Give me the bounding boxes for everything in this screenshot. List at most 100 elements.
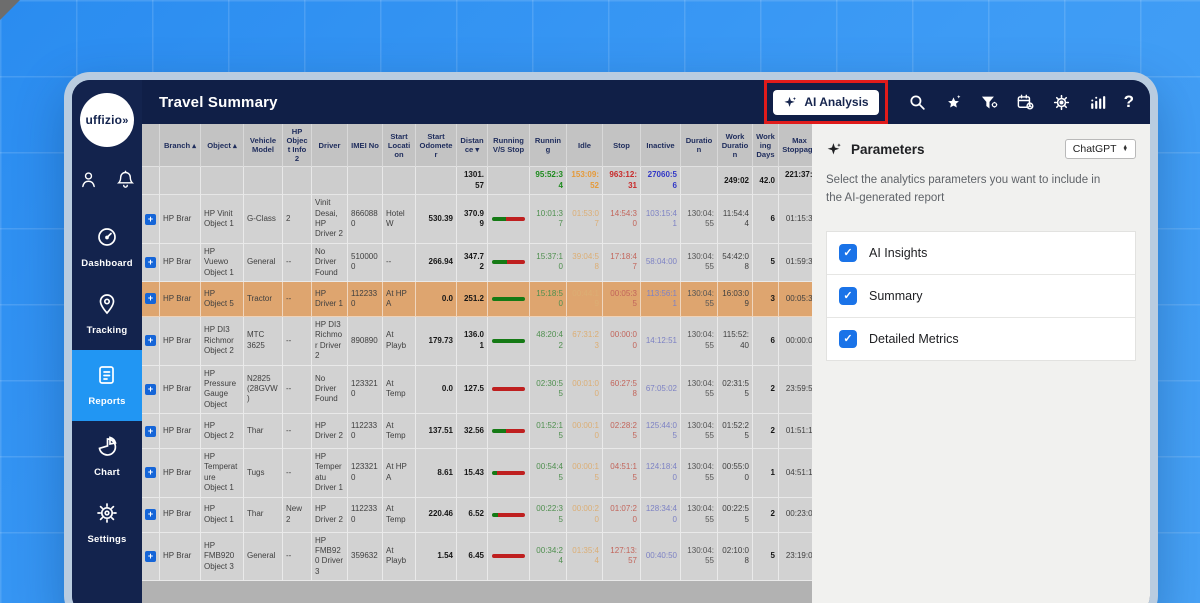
column-header[interactable]: Branch ▴ bbox=[160, 124, 201, 167]
table-row[interactable]: +HP BrarHP Vuewo Object 1General--No Dri… bbox=[142, 244, 812, 282]
table-cell: 00:44:19 bbox=[567, 282, 603, 317]
column-header[interactable]: Distance ▾ bbox=[457, 124, 488, 167]
settings-gear-icon[interactable] bbox=[1052, 93, 1071, 112]
table-cell: 15.43 bbox=[457, 449, 488, 498]
table-row[interactable]: +HP BrarHP FMB920 Object 3General--HP FM… bbox=[142, 533, 812, 582]
user-icon[interactable] bbox=[78, 169, 99, 190]
table-cell: 103:15:41 bbox=[641, 195, 681, 244]
expand-row-button[interactable]: + bbox=[145, 214, 156, 225]
table-cell bbox=[488, 195, 530, 244]
stats-columns-icon[interactable] bbox=[1088, 93, 1107, 112]
summary-cell: 221:37:44 bbox=[779, 167, 812, 195]
dashboard-icon bbox=[95, 225, 119, 254]
checkbox-checked[interactable]: ✓ bbox=[839, 287, 857, 305]
column-header[interactable]: Inactive bbox=[641, 124, 681, 167]
help-icon[interactable]: ? bbox=[1124, 92, 1134, 112]
table-row[interactable]: +HP BrarHP Object 5Tractor--HP Driver 11… bbox=[142, 282, 812, 317]
column-header[interactable]: Running V/S Stop bbox=[488, 124, 530, 167]
table-cell bbox=[488, 414, 530, 449]
parameter-option[interactable]: ✓ AI Insights bbox=[827, 232, 1135, 275]
column-header[interactable]: Running bbox=[530, 124, 567, 167]
column-header[interactable]: Start Odometer bbox=[416, 124, 457, 167]
table-cell: General bbox=[244, 244, 283, 282]
table-cell: N2825 (28GVW) bbox=[244, 366, 283, 415]
table-cell: 124:18:40 bbox=[641, 449, 681, 498]
column-header[interactable]: HP Object Info 2 bbox=[283, 124, 312, 167]
running-vs-stop-bar bbox=[492, 429, 524, 433]
column-header[interactable]: Duration bbox=[681, 124, 718, 167]
table-cell: 00:34:24 bbox=[530, 533, 567, 582]
table-cell: Tractor bbox=[244, 282, 283, 317]
parameter-option[interactable]: ✓ Summary bbox=[827, 275, 1135, 318]
table-cell: HP Brar bbox=[160, 533, 201, 582]
ai-analysis-button[interactable]: AI Analysis bbox=[773, 90, 878, 115]
notifications-bell-icon[interactable] bbox=[115, 169, 136, 190]
table-row[interactable]: +HP BrarHP DI3 Richmor Object 2MTC 3625-… bbox=[142, 317, 812, 366]
table-cell: 10:01:37 bbox=[530, 195, 567, 244]
model-select[interactable]: ChatGPT ▲▼ bbox=[1065, 139, 1136, 159]
expand-row-button[interactable]: + bbox=[145, 335, 156, 346]
table-cell: HP Pressure Gauge Object bbox=[201, 366, 244, 415]
column-header[interactable]: Stop bbox=[603, 124, 641, 167]
sidebar-item-reports[interactable]: Reports bbox=[72, 350, 142, 421]
sidebar-nav: DashboardTrackingReportsChartSettings bbox=[72, 212, 142, 555]
table-cell: 137.51 bbox=[416, 414, 457, 449]
parameter-option[interactable]: ✓Detailed Metrics bbox=[827, 318, 1135, 360]
table-cell: -- bbox=[283, 414, 312, 449]
checkbox-checked[interactable]: ✓ bbox=[839, 330, 857, 348]
expand-row-button[interactable]: + bbox=[145, 257, 156, 268]
table-cell: + bbox=[142, 366, 160, 415]
table-cell: 370.99 bbox=[457, 195, 488, 244]
column-header[interactable]: Idle bbox=[567, 124, 603, 167]
column-header[interactable]: Start Location bbox=[383, 124, 416, 167]
table-row[interactable]: +HP BrarHP Object 2Thar--HP Driver 21122… bbox=[142, 414, 812, 449]
filter-icon[interactable] bbox=[980, 93, 999, 112]
expand-row-button[interactable]: + bbox=[145, 384, 156, 395]
sidebar-item-settings[interactable]: Settings bbox=[72, 492, 142, 555]
column-header[interactable]: Vehicle Model bbox=[244, 124, 283, 167]
sidebar-item-dashboard[interactable]: Dashboard bbox=[72, 216, 142, 279]
column-header[interactable]: Work Duration bbox=[718, 124, 753, 167]
expand-row-button[interactable]: + bbox=[145, 551, 156, 562]
sidebar-item-tracking[interactable]: Tracking bbox=[72, 283, 142, 346]
sidebar-item-chart[interactable]: Chart bbox=[72, 425, 142, 488]
favorites-star-icon[interactable] bbox=[944, 93, 963, 112]
checkmark-icon: ✓ bbox=[843, 289, 852, 302]
column-header[interactable]: IMEI No bbox=[348, 124, 383, 167]
option-label: Summary bbox=[869, 289, 922, 303]
column-header bbox=[142, 124, 160, 167]
table-cell: 128:34:40 bbox=[641, 498, 681, 533]
expand-row-button[interactable]: + bbox=[145, 509, 156, 520]
checkbox-checked[interactable]: ✓ bbox=[839, 244, 857, 262]
expand-row-button[interactable]: + bbox=[145, 426, 156, 437]
expand-row-button[interactable]: + bbox=[145, 293, 156, 304]
table-cell: At Playb bbox=[383, 533, 416, 582]
expand-row-button[interactable]: + bbox=[145, 467, 156, 478]
page-background: uffizio» DashboardTrackingReportsChartSe… bbox=[0, 0, 1200, 603]
running-vs-stop-bar bbox=[492, 297, 524, 301]
table-cell: 5 bbox=[753, 244, 779, 282]
checkmark-icon: ✓ bbox=[843, 246, 852, 259]
column-header[interactable]: Working Days bbox=[753, 124, 779, 167]
corner-artifact bbox=[0, 0, 20, 20]
table-cell: 1122330 bbox=[348, 498, 383, 533]
table-cell: 8.61 bbox=[416, 449, 457, 498]
column-header[interactable]: Driver bbox=[312, 124, 348, 167]
table-row[interactable]: +HP BrarHP Pressure Gauge ObjectN2825 (2… bbox=[142, 366, 812, 415]
column-header[interactable]: Object ▴ bbox=[201, 124, 244, 167]
schedule-calendar-icon[interactable] bbox=[1016, 93, 1035, 112]
table-cell: 130:04:55 bbox=[681, 244, 718, 282]
table-row[interactable]: +HP BrarHP Temperature Object 1Tugs--HP … bbox=[142, 449, 812, 498]
table-cell: 130:04:55 bbox=[681, 414, 718, 449]
table-cell: 130:04:55 bbox=[681, 195, 718, 244]
table-cell: 251.2 bbox=[457, 282, 488, 317]
table-row[interactable]: +HP BrarHP Object 1TharNew 2HP Driver 21… bbox=[142, 498, 812, 533]
brand-logo[interactable]: uffizio» bbox=[80, 93, 134, 147]
settings-icon bbox=[95, 501, 119, 530]
column-header[interactable]: Max Stoppage bbox=[779, 124, 812, 167]
table-row[interactable]: +HP BrarHP Vinit Object 1G-Class2Vinit D… bbox=[142, 195, 812, 244]
option-label: AI Insights bbox=[869, 246, 927, 260]
table-cell: 02:28:25 bbox=[603, 414, 641, 449]
search-icon[interactable] bbox=[908, 93, 927, 112]
table-cell: HP Brar bbox=[160, 317, 201, 366]
